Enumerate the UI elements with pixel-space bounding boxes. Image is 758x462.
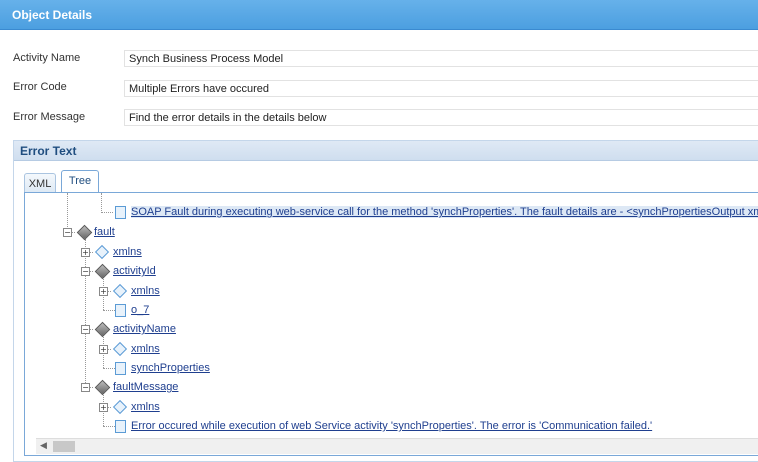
horizontal-scrollbar[interactable]: ◀ [36,438,758,454]
error-message-field[interactable]: Find the error details in the details be… [124,109,758,126]
attribute-icon [112,283,128,299]
expand-xmlns-icon[interactable]: + [99,403,108,412]
collapse-activityid-icon[interactable]: − [81,267,90,276]
element-icon [76,224,93,241]
expand-xmlns-icon[interactable]: + [99,345,108,354]
window-title: Object Details [12,8,93,22]
attribute-icon [94,244,110,260]
text-node-icon [115,420,126,433]
title-bar: Object Details [0,0,758,30]
xmlns-link[interactable]: xmlns [131,401,160,413]
tree-node-activityname[interactable]: activityName [113,322,176,336]
tree-node-error-message[interactable]: Error occured while execution of web Ser… [131,419,652,433]
fault-link[interactable]: fault [94,226,115,238]
attribute-icon [112,341,128,357]
error-message-link[interactable]: Error occured while execution of web Ser… [131,420,652,432]
attribute-icon [112,399,128,415]
error-text-title: Error Text [20,144,77,158]
expand-xmlns-icon[interactable]: + [81,248,90,257]
tree-node-xmlns[interactable]: xmlns [131,284,160,298]
activity-name-field[interactable]: Synch Business Process Model [124,50,758,67]
collapse-fault-icon[interactable]: − [63,228,72,237]
o7-link[interactable]: o_7 [131,304,149,316]
element-icon [94,379,111,396]
soap-fault-link[interactable]: SOAP Fault during executing web-service … [131,206,758,218]
error-text-header: Error Text [14,141,758,161]
synchproperties-link[interactable]: synchProperties [131,362,210,374]
text-node-icon [115,362,126,375]
tree-node-xmlns[interactable]: xmlns [131,400,160,414]
text-node-icon [115,206,126,219]
tree-node-activityid[interactable]: activityId [113,264,156,278]
expand-xmlns-icon[interactable]: + [99,287,108,296]
element-icon [94,263,111,280]
tree-node-synchproperties[interactable]: synchProperties [131,361,210,375]
text-node-icon [115,304,126,317]
tree-node-fault[interactable]: fault [94,225,115,239]
tree-node-xmlns[interactable]: xmlns [113,245,142,259]
error-message-label: Error Message [13,111,86,123]
xmlns-link[interactable]: xmlns [113,246,142,258]
error-code-label: Error Code [13,81,67,93]
error-code-field[interactable]: Multiple Errors have occured [124,80,758,97]
collapse-activityname-icon[interactable]: − [81,325,90,334]
xmlns-link[interactable]: xmlns [131,285,160,297]
tab-tree[interactable]: Tree [61,170,99,193]
collapse-faultmessage-icon[interactable]: − [81,383,90,392]
activityid-link[interactable]: activityId [113,265,156,277]
tab-xml[interactable]: XML [24,173,56,194]
activity-name-label: Activity Name [13,52,81,64]
scroll-left-icon[interactable]: ◀ [40,441,47,451]
tree-node-xmlns[interactable]: xmlns [131,342,160,356]
tree-view: ​ SOAP Fault during executing web-servic… [24,192,758,456]
activityname-link[interactable]: activityName [113,323,176,335]
faultmessage-link[interactable]: faultMessage [113,381,178,393]
scroll-thumb[interactable] [53,441,75,452]
tree-node-faultmessage[interactable]: faultMessage [113,380,178,394]
tree-node-soap-fault[interactable]: SOAP Fault during executing web-service … [131,205,758,219]
element-icon [94,321,111,338]
xmlns-link[interactable]: xmlns [131,343,160,355]
tree-node-o7[interactable]: o_7 [131,303,149,317]
